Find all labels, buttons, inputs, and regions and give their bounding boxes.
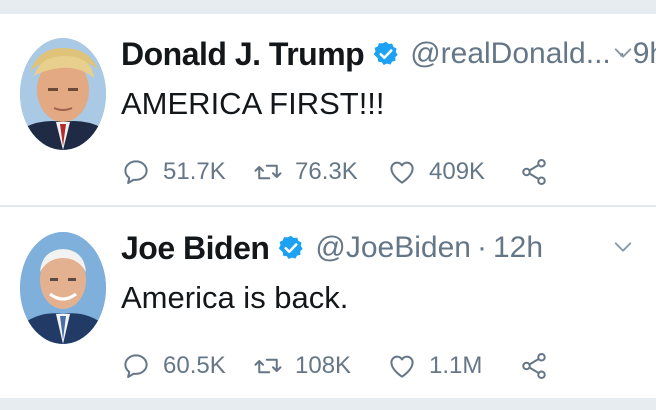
retweet-icon <box>254 164 282 180</box>
author-handle[interactable]: @JoeBiden <box>315 231 471 265</box>
tweet-card-biden[interactable]: Joe Biden @JoeBiden · 12h America is bac… <box>0 208 656 400</box>
reply-icon <box>124 160 148 184</box>
avatar-photo <box>20 38 106 150</box>
avatar[interactable] <box>20 232 106 344</box>
like-button[interactable]: 409K <box>387 152 485 192</box>
retweet-button[interactable]: 108K <box>253 346 351 386</box>
reply-button[interactable]: 60.5K <box>121 346 226 386</box>
reply-count: 51.7K <box>163 158 226 185</box>
reply-button[interactable]: 51.7K <box>121 152 226 192</box>
tweet-timestamp[interactable]: 12h <box>493 231 543 265</box>
share-button[interactable] <box>519 152 549 192</box>
avatar-photo <box>20 232 106 344</box>
retweet-count: 108K <box>295 352 352 379</box>
retweet-count: 76.3K <box>295 158 358 185</box>
author-name[interactable]: Joe Biden <box>121 230 270 267</box>
chevron-down-icon[interactable] <box>612 236 634 258</box>
reply-count: 60.5K <box>163 352 226 379</box>
like-icon <box>390 161 414 184</box>
tweet-card-trump[interactable]: Donald J. Trump @realDonald... · 9h AMER… <box>0 14 656 206</box>
chevron-down-icon[interactable] <box>612 42 634 64</box>
reply-icon <box>124 354 148 378</box>
author-name[interactable]: Donald J. Trump <box>121 36 365 73</box>
like-count: 1.1M <box>429 352 483 379</box>
tweet-actions: 51.7K 76.3K 409K <box>121 152 561 192</box>
tweet-header: Joe Biden @JoeBiden · 12h <box>121 226 606 270</box>
timeline-top-strip <box>0 0 656 14</box>
verified-badge-icon <box>279 235 304 259</box>
like-icon <box>390 355 414 378</box>
author-handle[interactable]: @realDonald... <box>410 37 611 71</box>
tweet-actions: 60.5K 108K 1.1M <box>121 346 561 386</box>
share-button[interactable] <box>519 346 549 386</box>
share-icon <box>522 353 546 379</box>
tweet-text: America is back. <box>121 280 349 315</box>
tweet-divider <box>0 205 656 207</box>
avatar[interactable] <box>20 38 106 150</box>
share-icon <box>522 159 546 185</box>
like-count: 409K <box>429 158 486 185</box>
retweet-icon <box>254 358 282 374</box>
tweet-text: AMERICA FIRST!!! <box>121 86 385 121</box>
verified-badge-icon <box>373 41 398 65</box>
tweet-timestamp[interactable]: 9h <box>633 37 656 71</box>
separator-dot: · <box>476 231 487 264</box>
tweet-header: Donald J. Trump @realDonald... · 9h <box>121 32 656 76</box>
retweet-button[interactable]: 76.3K <box>253 152 358 192</box>
timeline-bottom-strip <box>0 398 656 410</box>
like-button[interactable]: 1.1M <box>387 346 482 386</box>
